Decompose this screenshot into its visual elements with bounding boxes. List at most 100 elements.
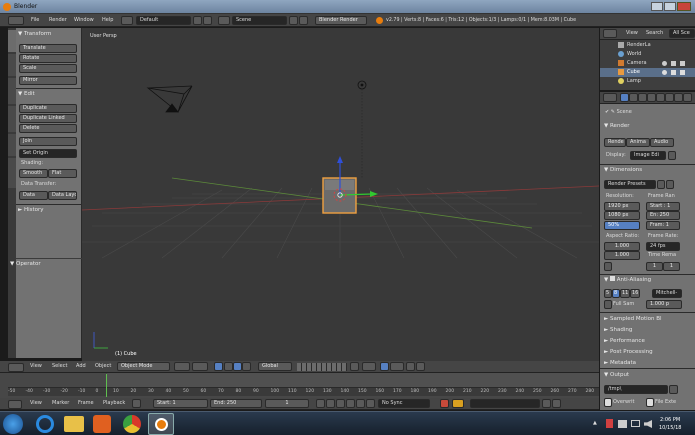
timeline-area[interactable]: -50 -40 -30 -20 -10 0 10 20 30 40 50 60 70 80 90 100 110…: [0, 373, 599, 398]
history-panel-header[interactable]: ► History: [18, 206, 44, 214]
chrome-icon[interactable]: [123, 415, 141, 433]
opengl-anim-icon[interactable]: [416, 362, 425, 371]
prev-keyframe-button[interactable]: [326, 399, 335, 408]
edit-panel-header[interactable]: ▼ Edit: [18, 90, 35, 98]
browse-output-button[interactable]: [669, 385, 678, 394]
editor-type-icon[interactable]: [8, 363, 24, 372]
screen-layout-select[interactable]: Default: [136, 16, 191, 25]
anti-aliasing-checkbox[interactable]: [609, 276, 615, 281]
remove-scene-button[interactable]: [299, 16, 308, 25]
dimensions-panel-header[interactable]: ▼ Dimensions: [604, 166, 642, 174]
material-tab[interactable]: [674, 93, 683, 102]
operator-panel-header[interactable]: ▼ Operator: [10, 260, 41, 268]
output-path-field[interactable]: /tmp\: [604, 385, 668, 394]
resolution-percentage-slider[interactable]: 50%: [604, 221, 640, 230]
sync-select[interactable]: No Sync: [378, 399, 430, 408]
aspect-y-field[interactable]: 1.000: [604, 251, 640, 260]
add-preset-button[interactable]: [657, 180, 665, 189]
keying-set-field[interactable]: [470, 399, 540, 408]
menu-playback[interactable]: Playback: [103, 400, 125, 407]
frame-end-field[interactable]: En: 250: [646, 211, 680, 220]
editor-type-icon[interactable]: [603, 29, 617, 38]
render-engine-select[interactable]: Blender Render: [315, 16, 367, 25]
collapsed-panel-header[interactable]: ► Performance: [604, 337, 645, 345]
menu-window[interactable]: Window: [74, 17, 94, 24]
render-camera-icon[interactable]: [680, 61, 685, 66]
next-keyframe-button[interactable]: [356, 399, 365, 408]
mode-select[interactable]: Object Mode: [117, 362, 170, 371]
snap-toggle[interactable]: [380, 362, 389, 371]
collapsed-panel-header[interactable]: ► Metadata: [604, 359, 636, 367]
outliner-menu-search[interactable]: Search: [646, 30, 663, 37]
add-layout-button[interactable]: [193, 16, 202, 25]
outliner-item-world[interactable]: World: [600, 50, 695, 59]
menu-select[interactable]: Select: [52, 363, 67, 370]
internet-explorer-icon[interactable]: [36, 415, 54, 433]
menu-view[interactable]: View: [30, 363, 42, 370]
proportional-edit-icon[interactable]: [362, 362, 376, 371]
output-panel-header[interactable]: ▼ Output: [604, 371, 629, 379]
add-scene-button[interactable]: [289, 16, 298, 25]
display-icon[interactable]: [631, 420, 640, 427]
shading-select[interactable]: [174, 362, 190, 371]
menu-frame[interactable]: Frame: [78, 400, 94, 407]
scene-tab[interactable]: [638, 93, 647, 102]
remove-layout-button[interactable]: [203, 16, 212, 25]
resolution-x-field[interactable]: 1920 px: [604, 202, 640, 211]
minimize-icon[interactable]: [651, 2, 663, 11]
menu-view[interactable]: View: [30, 400, 42, 407]
visibility-eye-icon[interactable]: [662, 70, 667, 75]
frame-rate-select[interactable]: 24 fps: [646, 242, 680, 251]
aa-filter-select[interactable]: Mitchell-: [652, 289, 682, 298]
orientation-select[interactable]: Global: [258, 362, 292, 371]
start-button-icon[interactable]: [3, 414, 23, 434]
visibility-eye-icon[interactable]: [662, 61, 667, 66]
collapsed-panel-header[interactable]: ► Sampled Motion Bl: [604, 315, 662, 323]
data-layout-button[interactable]: Data Layo: [48, 191, 77, 200]
translate-manipulator[interactable]: [224, 362, 233, 371]
object-tab[interactable]: [656, 93, 665, 102]
clock-date[interactable]: 10/15/18: [659, 425, 681, 432]
world-tab[interactable]: [647, 93, 656, 102]
snap-element-select[interactable]: [390, 362, 404, 371]
mirror-button[interactable]: Mirror: [19, 76, 77, 85]
resolution-y-field[interactable]: 1080 px: [604, 211, 640, 220]
3d-viewport[interactable]: User Persp (1) Cube: [82, 28, 599, 361]
overwrite-checkbox[interactable]: [604, 398, 612, 407]
duplicate-linked-button[interactable]: Duplicate Linked: [19, 114, 77, 123]
menu-add[interactable]: Add: [76, 363, 86, 370]
blender-taskbar-icon[interactable]: [148, 413, 174, 435]
border-checkbox[interactable]: [604, 262, 612, 271]
aa-samples-16[interactable]: 16: [630, 289, 640, 298]
texture-tab[interactable]: [683, 93, 692, 102]
file-extensions-checkbox[interactable]: [646, 398, 654, 407]
end-frame-field[interactable]: End: 250: [210, 399, 262, 408]
clock-time[interactable]: 2:06 PM: [660, 417, 680, 424]
scale-manipulator[interactable]: [242, 362, 251, 371]
tab-tools[interactable]: [8, 30, 16, 52]
layer-buttons[interactable]: [297, 363, 347, 371]
outliner[interactable]: RenderLa World Camera Cube Lamp: [600, 40, 695, 90]
screen-layout-icon[interactable]: [121, 16, 133, 25]
insert-keyframe-button[interactable]: [542, 399, 551, 408]
play-button[interactable]: [346, 399, 355, 408]
pivot-select[interactable]: [192, 362, 208, 371]
editor-type-icon[interactable]: [8, 16, 24, 25]
time-remap-new-field[interactable]: 1: [663, 262, 680, 271]
render-panel-header[interactable]: ▼ Render: [604, 122, 630, 130]
smooth-button[interactable]: Smooth: [19, 169, 48, 178]
render-animation-button[interactable]: Anima: [626, 138, 650, 147]
select-arrow-icon[interactable]: [671, 70, 676, 75]
preview-range-toggle[interactable]: [132, 399, 141, 408]
outliner-item-lamp[interactable]: Lamp: [600, 77, 695, 86]
set-origin-select[interactable]: Set Origin: [19, 149, 77, 158]
select-arrow-icon[interactable]: [671, 61, 676, 66]
render-presets-select[interactable]: Render Presets: [604, 180, 656, 189]
aa-samples-8[interactable]: 8: [612, 289, 620, 298]
menu-help[interactable]: Help: [102, 17, 113, 24]
delete-keyframe-button[interactable]: [552, 399, 561, 408]
file-explorer-icon[interactable]: [64, 416, 84, 432]
scene-select[interactable]: Scene: [232, 16, 287, 25]
editor-type-icon[interactable]: [8, 400, 22, 409]
render-layers-tab[interactable]: [629, 93, 638, 102]
